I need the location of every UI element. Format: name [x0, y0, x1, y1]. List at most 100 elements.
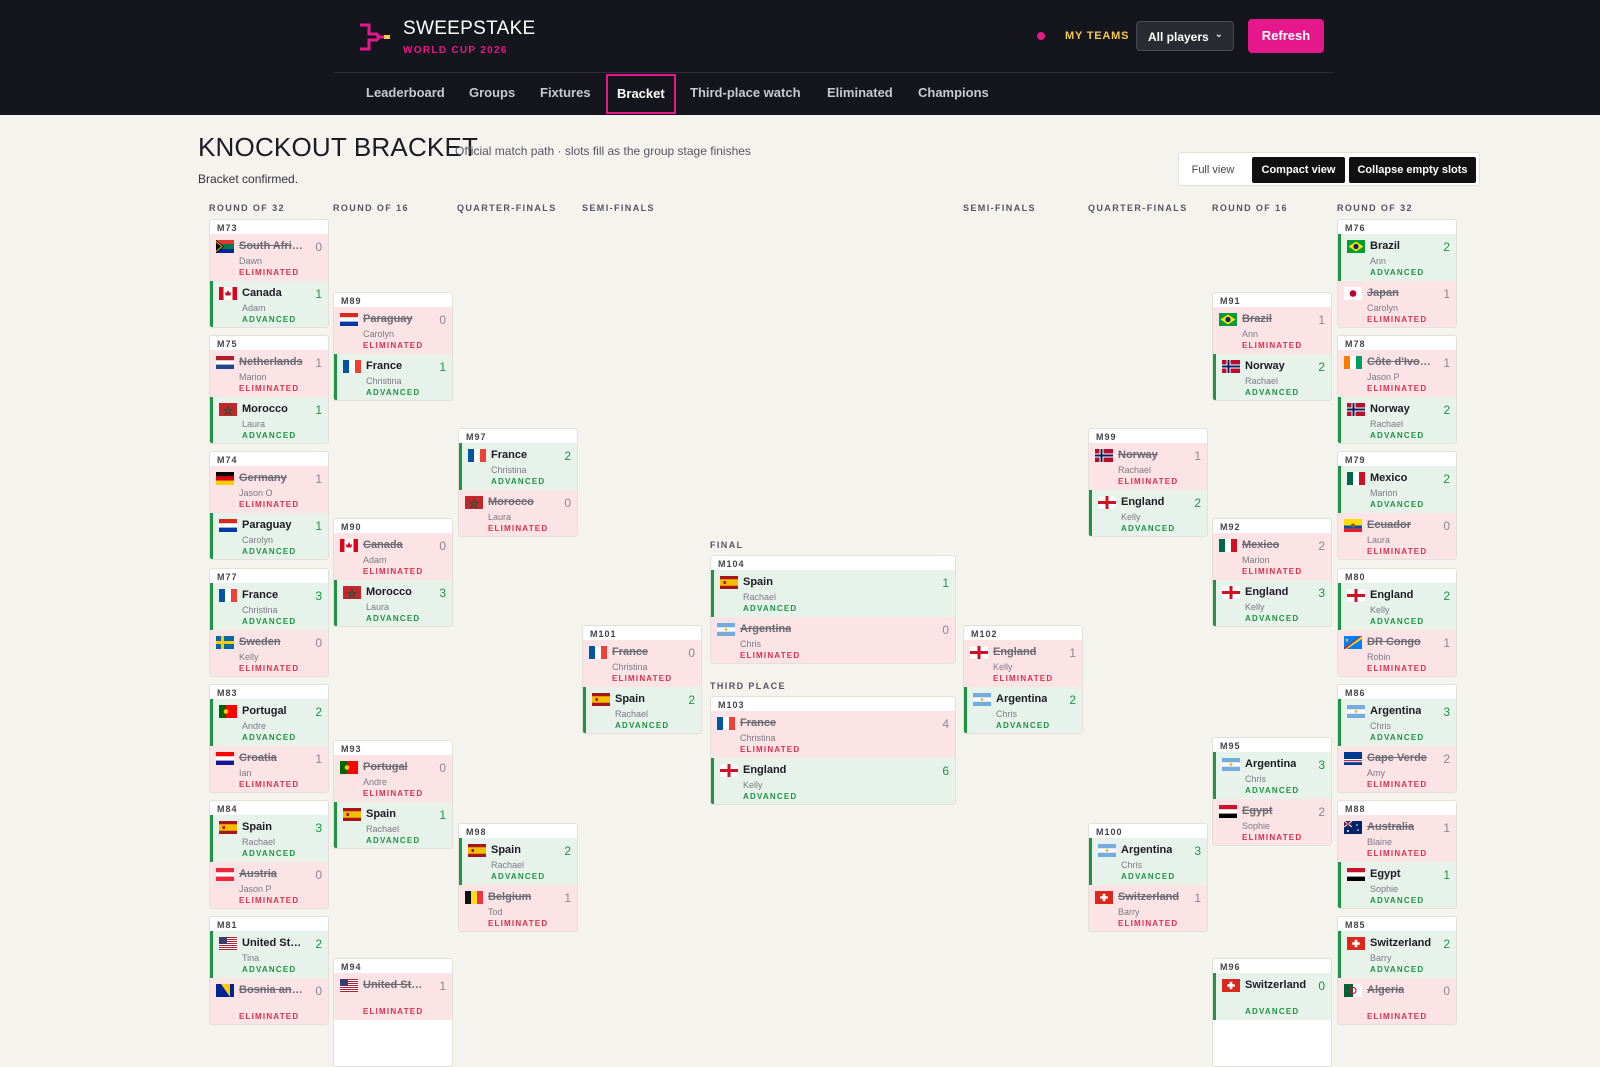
team-row[interactable]: Portugal 0 Andre ELIMINATED: [334, 755, 452, 802]
team-row[interactable]: Morocco 3 Laura ADVANCED: [334, 580, 452, 626]
team-row[interactable]: France 3 Christina ADVANCED: [210, 583, 328, 630]
team-row[interactable]: Switzerland 0 ADVANCED: [1213, 973, 1331, 1020]
match-card-m81[interactable]: M81 United States 2 Tina ADVANCED Bosnia…: [209, 916, 329, 1025]
my-teams-link[interactable]: MY TEAMS: [1065, 30, 1129, 42]
team-row[interactable]: Canada 0 Adam ELIMINATED: [334, 533, 452, 580]
team-row[interactable]: Spain 2 Rachael ADVANCED: [459, 838, 577, 885]
team-row[interactable]: Egypt 1 Sophie ADVANCED: [1338, 862, 1456, 908]
team-row[interactable]: Austria 0 Jason P ELIMINATED: [210, 862, 328, 908]
team-row[interactable]: Egypt 2 Sophie ELIMINATED: [1213, 799, 1331, 845]
team-row[interactable]: Spain 2 Rachael ADVANCED: [583, 687, 701, 733]
match-card-m88[interactable]: M88 Australia 1 Blaine ELIMINATED Egypt …: [1337, 800, 1457, 909]
team-row[interactable]: Germany 1 Jason O ELIMINATED: [210, 466, 328, 513]
match-card-m84[interactable]: M84 Spain 3 Rachael ADVANCED Austria 0 J…: [209, 800, 329, 909]
team-row[interactable]: France 2 Christina ADVANCED: [459, 443, 577, 490]
match-card-m97[interactable]: M97 France 2 Christina ADVANCED Morocco …: [458, 428, 578, 537]
team-row[interactable]: Norway 2 Rachael ADVANCED: [1213, 354, 1331, 400]
compact-view-button[interactable]: Compact view: [1252, 157, 1345, 183]
team-row[interactable]: Ecuador 0 Laura ELIMINATED: [1338, 513, 1456, 559]
team-row[interactable]: England 6 Kelly ADVANCED: [711, 758, 955, 804]
match-card-m85[interactable]: M85 Switzerland 2 Barry ADVANCED Algeria…: [1337, 916, 1457, 1025]
team-row[interactable]: Argentina 2 Chris ADVANCED: [964, 687, 1082, 733]
team-row[interactable]: England 3 Kelly ADVANCED: [1213, 580, 1331, 626]
team-row[interactable]: England 2 Kelly ADVANCED: [1089, 490, 1207, 536]
refresh-button[interactable]: Refresh: [1248, 19, 1324, 53]
match-card-m100[interactable]: M100 Argentina 3 Chris ADVANCED Switzerl…: [1088, 823, 1208, 932]
team-row[interactable]: Paraguay 1 Carolyn ADVANCED: [210, 513, 328, 559]
team-row[interactable]: Spain 1 Rachael ADVANCED: [334, 802, 452, 848]
tab-eliminated[interactable]: Eliminated: [827, 74, 893, 114]
match-card-m98[interactable]: M98 Spain 2 Rachael ADVANCED Belgium 1 T…: [458, 823, 578, 932]
match-card-m73[interactable]: M73 South Africa 0 Dawn ELIMINATED Canad…: [209, 219, 329, 328]
team-row[interactable]: Australia 1 Blaine ELIMINATED: [1338, 815, 1456, 862]
tab-champions[interactable]: Champions: [918, 74, 989, 114]
match-card-m104[interactable]: M104 Spain 1 Rachael ADVANCED Argentina …: [710, 555, 956, 664]
tab-fixtures[interactable]: Fixtures: [540, 74, 591, 114]
tab-third-place-watch[interactable]: Third-place watch: [690, 74, 801, 114]
team-row[interactable]: South Africa 0 Dawn ELIMINATED: [210, 234, 328, 281]
team-row[interactable]: England 2 Kelly ADVANCED: [1338, 583, 1456, 630]
match-card-m94[interactable]: M94 United States 1 ELIMINATED: [333, 958, 453, 1067]
match-card-m75[interactable]: M75 Netherlands 1 Marion ELIMINATED Moro…: [209, 335, 329, 444]
team-row[interactable]: Spain 1 Rachael ADVANCED: [711, 570, 955, 617]
team-row[interactable]: Canada 1 Adam ADVANCED: [210, 281, 328, 327]
match-card-m101[interactable]: M101 France 0 Christina ELIMINATED Spain…: [582, 625, 702, 734]
match-card-m89[interactable]: M89 Paraguay 0 Carolyn ELIMINATED France…: [333, 292, 453, 401]
team-row[interactable]: Algeria 0 ELIMINATED: [1338, 978, 1456, 1024]
match-card-m90[interactable]: M90 Canada 0 Adam ELIMINATED Morocco 3 L…: [333, 518, 453, 627]
match-card-m93[interactable]: M93 Portugal 0 Andre ELIMINATED Spain 1 …: [333, 740, 453, 849]
team-row[interactable]: France 4 Christina ELIMINATED: [711, 711, 955, 758]
team-row[interactable]: Argentina 3 Chris ADVANCED: [1089, 838, 1207, 885]
team-row[interactable]: Japan 1 Carolyn ELIMINATED: [1338, 281, 1456, 327]
team-row[interactable]: Bosnia and Herzegovina 0 ELIMINATED: [210, 978, 328, 1024]
match-card-m96[interactable]: M96 Switzerland 0 ADVANCED: [1212, 958, 1332, 1067]
tab-leaderboard[interactable]: Leaderboard: [366, 74, 445, 114]
team-row[interactable]: United States 2 Tina ADVANCED: [210, 931, 328, 978]
match-card-m80[interactable]: M80 England 2 Kelly ADVANCED DR Congo 1 …: [1337, 568, 1457, 677]
match-card-m102[interactable]: M102 England 1 Kelly ELIMINATED Argentin…: [963, 625, 1083, 734]
match-card-m79[interactable]: M79 Mexico 2 Marion ADVANCED Ecuador 0 L…: [1337, 451, 1457, 560]
team-row[interactable]: Argentina 3 Chris ADVANCED: [1213, 752, 1331, 799]
full-view-button[interactable]: Full view: [1187, 157, 1239, 183]
match-card-m74[interactable]: M74 Germany 1 Jason O ELIMINATED Paragua…: [209, 451, 329, 560]
match-card-m99[interactable]: M99 Norway 1 Rachael ELIMINATED England …: [1088, 428, 1208, 537]
match-card-m78[interactable]: M78 Côte d'Ivoire 1 Jason P ELIMINATED N…: [1337, 335, 1457, 444]
team-row[interactable]: Argentina 0 Chris ELIMINATED: [711, 617, 955, 663]
team-row[interactable]: Mexico 2 Marion ELIMINATED: [1213, 533, 1331, 580]
team-row[interactable]: Morocco 1 Laura ADVANCED: [210, 397, 328, 443]
match-card-m92[interactable]: M92 Mexico 2 Marion ELIMINATED England 3…: [1212, 518, 1332, 627]
match-card-m95[interactable]: M95 Argentina 3 Chris ADVANCED Egypt 2 S…: [1212, 737, 1332, 846]
collapse-empty-slots-button[interactable]: Collapse empty slots: [1349, 157, 1476, 183]
team-row[interactable]: Spain 3 Rachael ADVANCED: [210, 815, 328, 862]
match-card-m83[interactable]: M83 Portugal 2 Andre ADVANCED Croatia 1 …: [209, 684, 329, 793]
match-card-m86[interactable]: M86 Argentina 3 Chris ADVANCED Cape Verd…: [1337, 684, 1457, 793]
players-select[interactable]: All players ⌄: [1136, 21, 1234, 51]
tab-groups[interactable]: Groups: [469, 74, 515, 114]
team-row[interactable]: France 1 Christina ADVANCED: [334, 354, 452, 400]
team-row[interactable]: Norway 1 Rachael ELIMINATED: [1089, 443, 1207, 490]
team-row[interactable]: Paraguay 0 Carolyn ELIMINATED: [334, 307, 452, 354]
team-row[interactable]: Côte d'Ivoire 1 Jason P ELIMINATED: [1338, 350, 1456, 397]
tab-bracket[interactable]: Bracket: [606, 74, 676, 114]
team-row[interactable]: Argentina 3 Chris ADVANCED: [1338, 699, 1456, 746]
team-row[interactable]: Norway 2 Rachael ADVANCED: [1338, 397, 1456, 443]
team-row[interactable]: Sweden 0 Kelly ELIMINATED: [210, 630, 328, 676]
team-row[interactable]: Cape Verde 2 Amy ELIMINATED: [1338, 746, 1456, 792]
team-row[interactable]: Brazil 1 Ann ELIMINATED: [1213, 307, 1331, 354]
team-row[interactable]: Portugal 2 Andre ADVANCED: [210, 699, 328, 746]
match-card-m91[interactable]: M91 Brazil 1 Ann ELIMINATED Norway 2 Rac…: [1212, 292, 1332, 401]
team-row[interactable]: Switzerland 1 Barry ELIMINATED: [1089, 885, 1207, 931]
team-row[interactable]: United States 1 ELIMINATED: [334, 973, 452, 1020]
match-card-m77[interactable]: M77 France 3 Christina ADVANCED Sweden 0…: [209, 568, 329, 677]
team-row[interactable]: DR Congo 1 Robin ELIMINATED: [1338, 630, 1456, 676]
match-card-m103[interactable]: M103 France 4 Christina ELIMINATED Engla…: [710, 696, 956, 805]
team-row[interactable]: Croatia 1 Ian ELIMINATED: [210, 746, 328, 792]
team-row[interactable]: Netherlands 1 Marion ELIMINATED: [210, 350, 328, 397]
team-row[interactable]: England 1 Kelly ELIMINATED: [964, 640, 1082, 687]
team-row[interactable]: Belgium 1 Tod ELIMINATED: [459, 885, 577, 931]
team-row[interactable]: Mexico 2 Marion ADVANCED: [1338, 466, 1456, 513]
team-row[interactable]: France 0 Christina ELIMINATED: [583, 640, 701, 687]
match-card-m76[interactable]: M76 Brazil 2 Ann ADVANCED Japan 1 Caroly…: [1337, 219, 1457, 328]
team-row[interactable]: Morocco 0 Laura ELIMINATED: [459, 490, 577, 536]
team-row[interactable]: Switzerland 2 Barry ADVANCED: [1338, 931, 1456, 978]
